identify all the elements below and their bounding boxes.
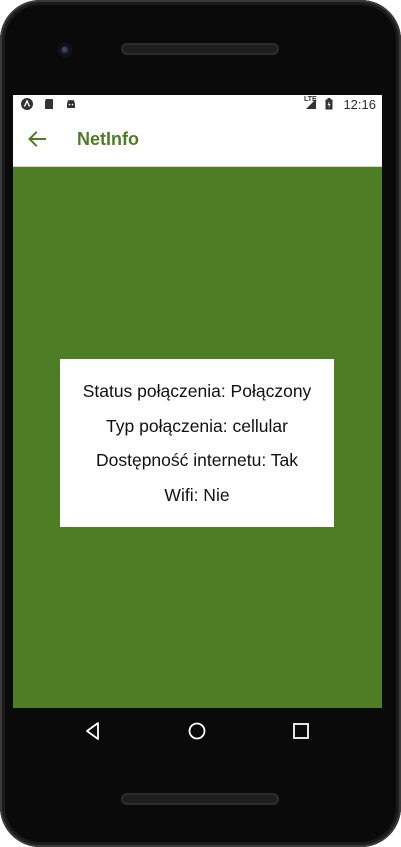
front-camera bbox=[58, 43, 72, 57]
home-circle-icon[interactable] bbox=[186, 720, 208, 742]
sd-card-icon bbox=[45, 99, 53, 109]
netinfo-card: Status połączenia: Połączony Typ połącze… bbox=[60, 359, 334, 527]
internet-availability-text: Dostępność internetu: Tak bbox=[95, 450, 299, 470]
navigation-bar bbox=[0, 708, 401, 754]
recents-square-icon[interactable] bbox=[290, 720, 312, 742]
page-title: NetInfo bbox=[77, 129, 139, 149]
bottom-speaker bbox=[121, 793, 279, 805]
arrow-back-icon[interactable] bbox=[25, 127, 49, 151]
battery-charging-icon bbox=[325, 98, 333, 110]
earpiece-speaker bbox=[121, 43, 279, 55]
status-bar: LTE 12:16 bbox=[13, 95, 382, 115]
back-triangle-icon[interactable] bbox=[82, 720, 104, 742]
wifi-status-text: Wifi: Nie bbox=[164, 484, 230, 505]
screen: LTE 12:16 NetInfo Status połączenia: Poł… bbox=[13, 95, 382, 708]
clock: 12:16 bbox=[343, 97, 376, 112]
app-bar: NetInfo bbox=[13, 115, 382, 167]
android-icon bbox=[67, 99, 75, 108]
connection-type-text: Typ połączenia: cellular bbox=[106, 415, 288, 436]
app-a-icon bbox=[21, 98, 33, 110]
signal-icon bbox=[306, 99, 316, 109]
phone-frame: LTE 12:16 NetInfo Status połączenia: Poł… bbox=[0, 0, 401, 847]
connection-status-text: Status połączenia: Połączony bbox=[82, 381, 312, 401]
